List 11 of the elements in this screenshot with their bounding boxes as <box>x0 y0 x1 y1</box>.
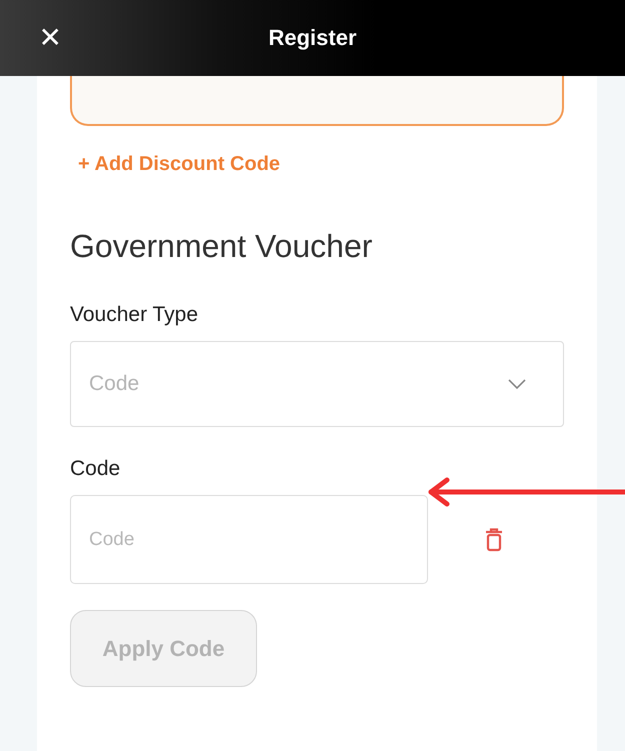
trash-icon[interactable] <box>485 528 503 552</box>
voucher-type-dropdown[interactable]: Code <box>70 341 564 427</box>
chevron-down-icon <box>507 378 527 390</box>
close-button[interactable]: ✕ <box>34 22 66 54</box>
field-label: Code <box>70 457 120 481</box>
code-input[interactable]: Code <box>70 495 428 584</box>
field-label: Voucher Type <box>70 303 198 327</box>
dropdown-placeholder: Code <box>89 372 140 396</box>
page-title: Register <box>268 25 357 51</box>
section-heading: Government Voucher <box>70 228 372 265</box>
add-discount-link[interactable]: + Add Discount Code <box>78 153 280 176</box>
